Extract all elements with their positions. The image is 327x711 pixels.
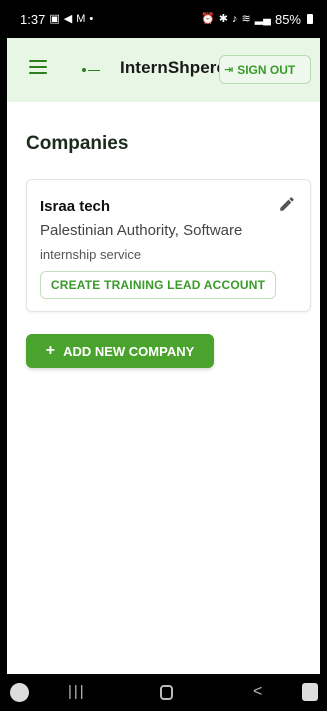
- wifi-icon: ≋: [241, 12, 251, 25]
- company-name: Israa tech: [40, 198, 111, 215]
- gallery-icon: ▣: [49, 12, 60, 25]
- keyboard-switch-icon[interactable]: [302, 683, 318, 701]
- company-card: Israa tech Palestinian Authority, Softwa…: [26, 179, 311, 312]
- back-icon[interactable]: <: [253, 683, 262, 701]
- alarm-icon: ⏰: [201, 12, 215, 25]
- gmail-icon: M: [76, 12, 86, 25]
- menu-line: [29, 60, 47, 62]
- status-right: ⏰ ✱ ♪ ≋ ▂▄ 85%: [201, 12, 313, 27]
- edit-icon[interactable]: [278, 195, 296, 213]
- app-logo: [82, 68, 100, 72]
- dot-icon: •: [89, 12, 94, 25]
- menu-line: [29, 72, 47, 74]
- battery-icon: [307, 14, 313, 24]
- add-company-button[interactable]: + ADD NEW COMPANY: [26, 334, 214, 368]
- status-bar: 1:37 ▣ ◀ M • ⏰ ✱ ♪ ≋ ▂▄ 85%: [0, 0, 327, 38]
- company-service: internship service: [40, 247, 142, 262]
- app-title: InternShpere: [120, 58, 227, 77]
- page-title: Companies: [26, 133, 129, 154]
- app-bar: InternShpere ⇥ SIGN OUT: [7, 38, 320, 102]
- logo-dot: [82, 68, 86, 72]
- send-icon: ◀: [63, 12, 73, 25]
- signal-icon: ▂▄: [254, 12, 271, 25]
- add-company-label: ADD NEW COMPANY: [63, 343, 195, 359]
- sign-out-label: SIGN OUT: [237, 62, 296, 77]
- logout-icon: ⇥: [224, 64, 234, 76]
- sign-out-button[interactable]: ⇥ SIGN OUT: [219, 55, 311, 84]
- home-icon[interactable]: [160, 685, 173, 700]
- app-screen: InternShpere ⇥ SIGN OUT Companies Israa …: [7, 38, 320, 674]
- recent-apps-icon[interactable]: |||: [68, 683, 86, 700]
- status-left: 1:37 ▣ ◀ M •: [20, 12, 93, 27]
- battery-percent: 85%: [274, 11, 301, 27]
- menu-line: [29, 66, 47, 68]
- status-time: 1:37: [20, 11, 46, 27]
- mute-icon: ♪: [231, 12, 238, 25]
- create-training-lead-button[interactable]: CREATE TRAINING LEAD ACCOUNT: [40, 271, 276, 299]
- logo-bar: [88, 69, 100, 71]
- company-description: Palestinian Authority, Software: [40, 222, 243, 239]
- bluetooth-icon: ✱: [218, 12, 228, 25]
- plus-icon: +: [45, 342, 56, 359]
- system-nav-bar: ||| <: [0, 674, 327, 711]
- menu-icon[interactable]: [29, 60, 47, 74]
- assistant-app-icon[interactable]: [10, 683, 29, 702]
